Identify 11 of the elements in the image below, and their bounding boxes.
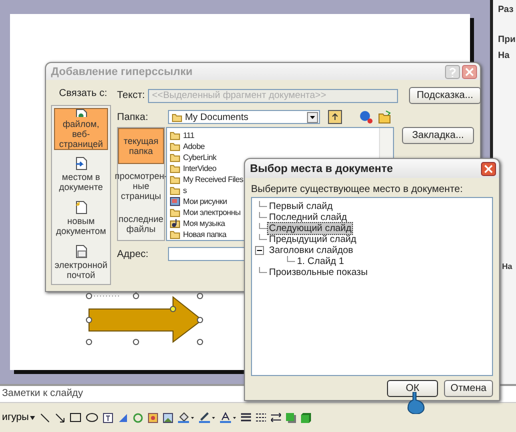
link-to-label: Связать с: <box>58 87 108 101</box>
pane-heading: При <box>498 34 516 44</box>
pane-heading: Раз <box>498 4 514 14</box>
text-label: Текст: <box>117 90 145 101</box>
pane-heading: На <box>502 262 514 271</box>
dialog-title: Выбор места в документе <box>250 162 393 174</box>
dialog-title: Добавление гиперссылки <box>51 66 192 78</box>
pane-heading: На <box>498 50 511 60</box>
address-label: Адрес: <box>117 248 150 260</box>
folder-label: Папка: <box>117 112 150 122</box>
prompt-text: Выберите существующее место в документе: <box>251 184 464 195</box>
